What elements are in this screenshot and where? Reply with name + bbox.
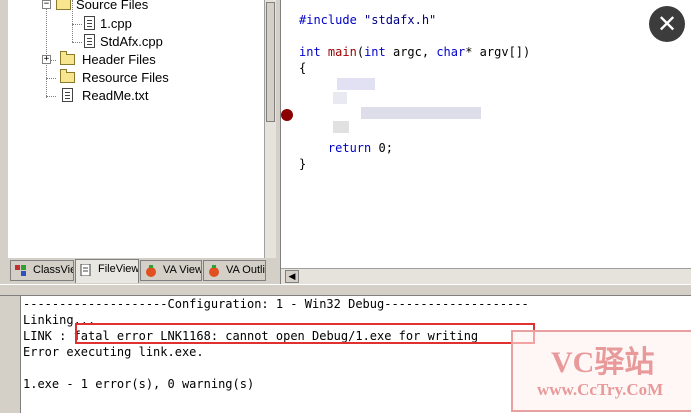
tree-item-readme[interactable]: ReadMe.txt — [36, 87, 256, 105]
tab-classview[interactable]: ClassView — [10, 260, 74, 281]
paren: ( — [356, 45, 365, 59]
output-config-line: --------------------Configuration: 1 - W… — [23, 297, 529, 311]
param-text: argc, — [385, 45, 437, 59]
param-text: * argv[]) — [465, 45, 531, 59]
tomato-icon — [145, 265, 157, 277]
watermark-url: www.CcTry.CoM — [537, 380, 664, 399]
tab-va-outline[interactable]: VA Outline — [203, 260, 266, 281]
keyword: char — [436, 45, 466, 59]
tree-item-1cpp[interactable]: 1.cpp — [78, 15, 248, 33]
obscured-code — [361, 107, 481, 119]
tree-item-label: ReadMe.txt — [82, 88, 149, 103]
function-name: main — [327, 45, 357, 59]
output-executing-line: Error executing link.exe. — [23, 345, 204, 359]
link-prefix: LINK : — [23, 329, 74, 343]
workspace-tabs: ClassView FileView VA View VA Outline — [8, 259, 276, 284]
tab-label: VA View — [163, 264, 202, 276]
breakpoint-icon[interactable] — [281, 109, 293, 121]
tree-item-header-files[interactable]: + Header Files — [36, 51, 256, 69]
return-value: 0; — [371, 141, 393, 155]
expand-icon[interactable]: + — [42, 55, 51, 64]
tree-item-resource-files[interactable]: Resource Files — [36, 69, 256, 87]
output-gutter — [0, 296, 20, 413]
obscured-code — [333, 92, 347, 104]
folder-icon — [60, 51, 75, 65]
editor-horizontal-scrollbar[interactable]: ◀ — [281, 268, 691, 285]
watermark-title: VC驿站 — [551, 346, 655, 379]
output-summary-line: 1.exe - 1 error(s), 0 warning(s) — [23, 377, 255, 391]
folder-icon — [60, 69, 75, 83]
scroll-thumb[interactable] — [266, 2, 275, 122]
preprocessor-directive: #include — [299, 13, 357, 27]
watermark: VC驿站 www.CcTry.CoM — [511, 330, 691, 412]
tree-item-label: Source Files — [76, 0, 149, 12]
tab-label: FileView — [98, 263, 139, 275]
obscured-code — [337, 78, 375, 90]
tree-item-source-files[interactable]: − Source Files — [36, 0, 256, 14]
tree-item-label: 1.cpp — [100, 16, 132, 31]
tab-fileview[interactable]: FileView — [75, 259, 139, 283]
classview-icon — [15, 265, 27, 277]
tree-item-label: StdAfx.cpp — [100, 34, 163, 49]
text-file-icon — [62, 88, 73, 102]
obscured-code — [333, 121, 349, 133]
tree-item-label: Header Files — [82, 52, 156, 67]
keyword: int — [364, 45, 386, 59]
tree-scrollbar[interactable] — [264, 0, 276, 258]
scroll-left-icon[interactable]: ◀ — [285, 270, 299, 283]
tab-label: ClassView — [33, 264, 73, 276]
include-path: "stdafx.h" — [364, 13, 437, 27]
tab-label: VA Outline — [226, 264, 265, 276]
tree-item-stdafx-cpp[interactable]: StdAfx.cpp — [78, 33, 248, 51]
build-output-pane[interactable]: --------------------Configuration: 1 - W… — [20, 296, 691, 413]
tab-va-view[interactable]: VA View — [140, 260, 202, 281]
cpp-file-icon — [84, 16, 95, 30]
workspace-tree: − Source Files 1.cpp StdAfx.cpp + Header… — [8, 0, 264, 258]
code-line-main-signature: int main(int argc, char* argv[]) — [299, 44, 530, 60]
folder-icon — [56, 0, 71, 10]
tomato-icon — [208, 265, 220, 277]
error-highlight-box — [75, 323, 535, 344]
cpp-file-icon — [84, 34, 95, 48]
code-line-brace-open: { — [299, 61, 307, 75]
pane-splitter[interactable] — [0, 284, 691, 296]
collapse-icon[interactable]: − — [42, 0, 51, 9]
code-line-include: #include "stdafx.h" — [299, 12, 436, 28]
tree-item-label: Resource Files — [82, 70, 169, 85]
code-line-return: return 0; — [299, 140, 393, 156]
code-editor[interactable]: #include "stdafx.h" int main(int argc, c… — [280, 0, 691, 285]
code-line-brace-close: } — [299, 157, 307, 171]
fileview-icon — [80, 263, 92, 277]
keyword: return — [327, 141, 372, 155]
close-icon[interactable]: ✕ — [649, 6, 685, 42]
keyword: int — [299, 45, 321, 59]
editor-gutter[interactable] — [281, 0, 295, 268]
